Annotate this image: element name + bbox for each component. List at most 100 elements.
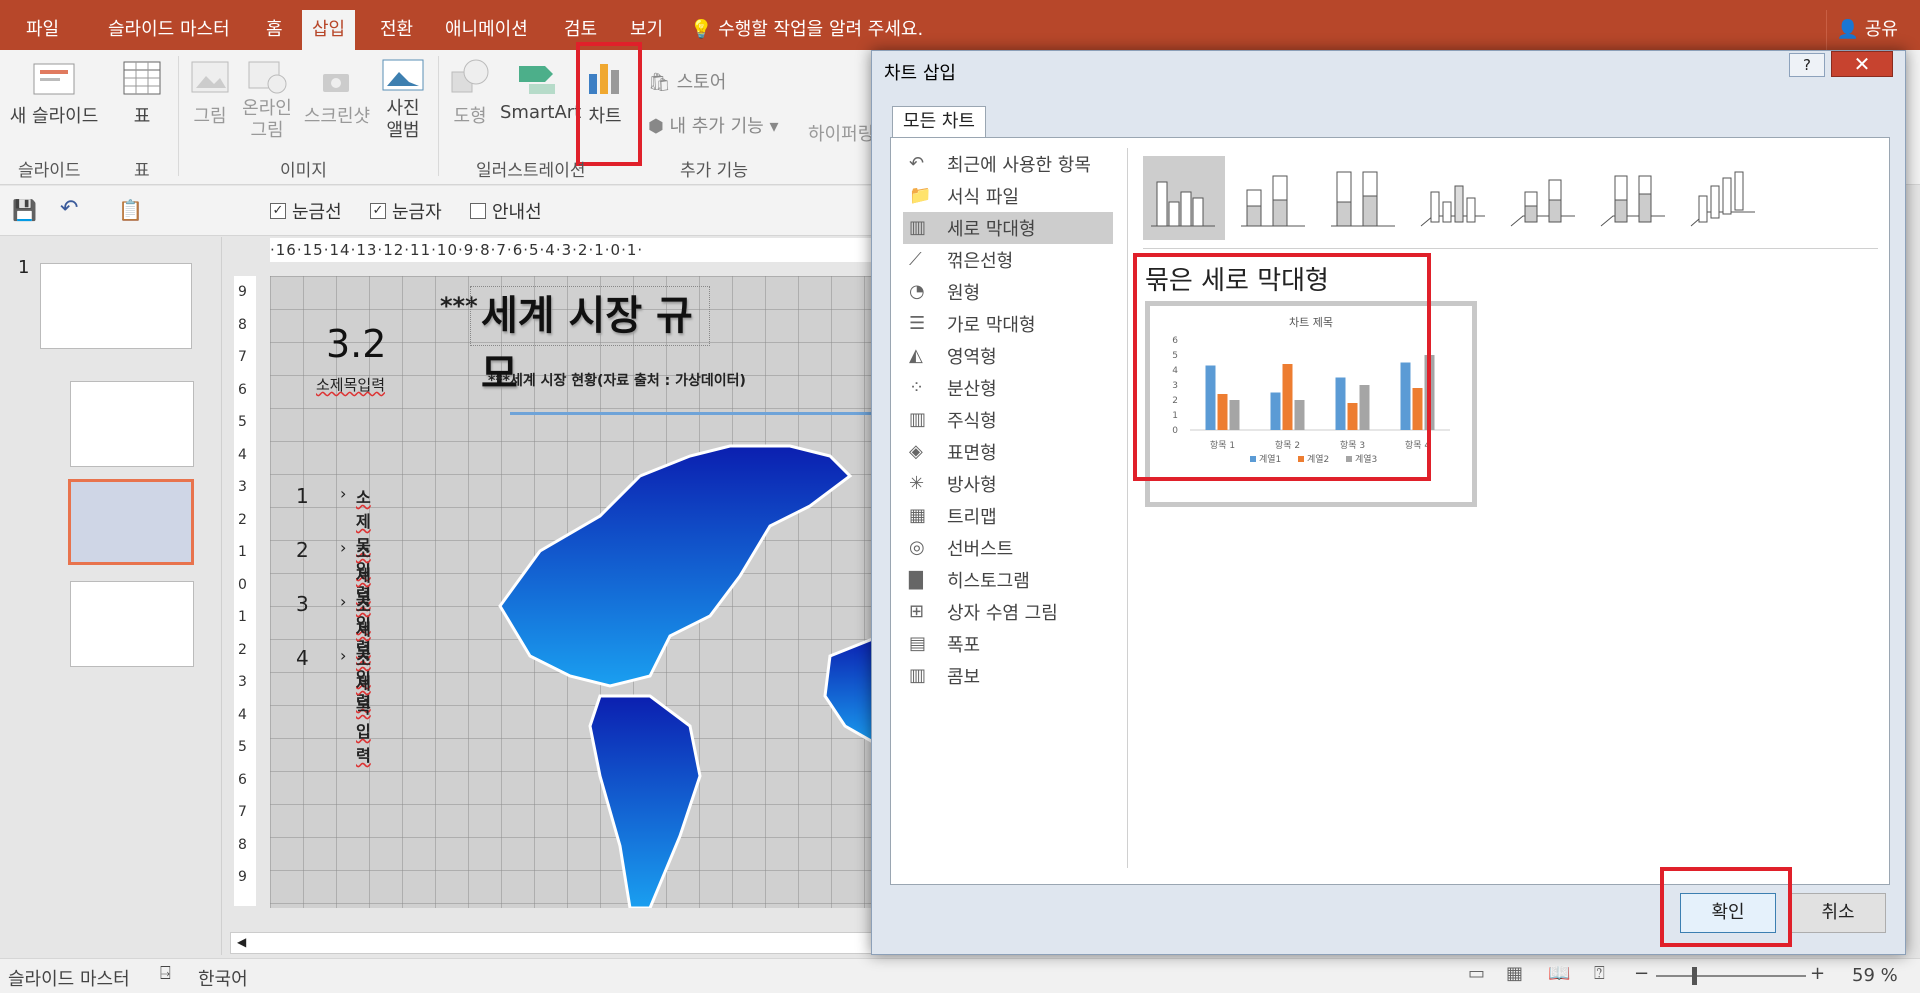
slide-canvas[interactable]: *** 세계 시장 규모 3.2 소제목입력 ***세계 시장 현황(자료 출처… bbox=[270, 276, 880, 908]
cancel-button[interactable]: 취소 bbox=[1790, 893, 1886, 933]
chart-category-label: 주식형 bbox=[947, 411, 997, 432]
chart-category-item[interactable]: ▦ 트리맵 bbox=[903, 500, 1113, 532]
reading-view-icon[interactable]: 📖 bbox=[1548, 963, 1570, 984]
close-button[interactable]: ✕ bbox=[1831, 51, 1893, 77]
chart-category-item[interactable]: ⊞ 상자 수염 그림 bbox=[903, 596, 1113, 628]
scroll-left-icon[interactable]: ◀ bbox=[237, 935, 246, 949]
shapes-icon bbox=[451, 59, 489, 93]
table-icon bbox=[123, 61, 161, 95]
thumbnail-layout-map[interactable] bbox=[68, 479, 194, 565]
table-button[interactable]: 표 bbox=[118, 58, 166, 128]
ruler-tick-label: 1 bbox=[238, 609, 247, 625]
my-addins-button[interactable]: ⬢ 내 추가 기능 ▾ bbox=[648, 112, 778, 138]
chevron-right-icon: › bbox=[340, 484, 347, 503]
chart-category-item[interactable]: ◭ 영역형 bbox=[903, 340, 1113, 372]
ruler-checkbox[interactable]: ✓ 눈금자 bbox=[370, 198, 442, 224]
hyperlink-label: 하이퍼링 bbox=[808, 124, 875, 145]
tab-transitions[interactable]: 전환 bbox=[370, 10, 423, 50]
screenshot-button[interactable]: 스크린샷 bbox=[302, 58, 372, 128]
smartart-button[interactable]: SmartArt bbox=[500, 58, 581, 123]
subtype-3d-stacked-column[interactable] bbox=[1503, 156, 1585, 240]
photo-album-button[interactable]: 사진 앨범 bbox=[376, 58, 430, 142]
hyperlink-button[interactable]: 하이퍼링 bbox=[808, 120, 874, 146]
group-separator bbox=[438, 56, 439, 176]
insert-chart-dialog: 차트 삽입 ? ✕ 모든 차트 ↶ 최근에 사용한 항목 📁 서식 파일 ▥ 세로 막대형… bbox=[871, 50, 1906, 955]
normal-view-icon[interactable]: ▭ bbox=[1468, 963, 1485, 984]
chart-category-item[interactable]: ☰ 가로 막대형 bbox=[903, 308, 1113, 340]
tab-animations[interactable]: 애니메이션 bbox=[435, 10, 538, 50]
chart-category-item[interactable]: ▇ 히스토그램 bbox=[903, 564, 1113, 596]
thumbnail-layout-blank[interactable] bbox=[70, 581, 194, 667]
online-picture-button[interactable]: 온라인 그림 bbox=[240, 58, 294, 142]
status-bar: 슬라이드 마스터 ⍈ 한국어 ▭ ▦ 📖 ⍰ − + 59 % bbox=[0, 958, 1920, 993]
zoom-slider[interactable] bbox=[1656, 967, 1806, 985]
group-separator bbox=[178, 56, 179, 176]
chevron-right-icon: › bbox=[340, 538, 347, 557]
slide-sorter-icon[interactable]: ▦ bbox=[1506, 963, 1523, 984]
picture-button[interactable]: 그림 bbox=[186, 58, 234, 128]
guides-checkbox[interactable]: 안내선 bbox=[470, 198, 542, 224]
chart-category-item[interactable]: ⁘ 분산형 bbox=[903, 372, 1113, 404]
smartart-icon bbox=[519, 66, 555, 94]
format-painter-icon[interactable]: 📋 bbox=[118, 198, 143, 222]
tell-me-box[interactable]: 💡 수행할 작업을 알려 주세요. bbox=[690, 10, 923, 50]
horizontal-scrollbar[interactable]: ◀ bbox=[230, 932, 880, 954]
chart-category-item[interactable]: ▥ 콤보 bbox=[903, 660, 1113, 692]
subtype-stacked-column[interactable] bbox=[1233, 156, 1315, 240]
ruler-tick-label: 4 bbox=[238, 706, 247, 723]
chart-category-icon: ✳ bbox=[909, 473, 925, 494]
chart-category-item[interactable]: ◈ 표면형 bbox=[903, 436, 1113, 468]
status-language[interactable]: 한국어 bbox=[198, 965, 248, 991]
chart-category-item[interactable]: ◔ 원형 bbox=[903, 276, 1113, 308]
slide-title[interactable]: 세계 시장 규모 bbox=[470, 286, 710, 397]
screenshot-label: 스크린샷 bbox=[303, 106, 371, 127]
checkbox-checked-icon: ✓ bbox=[270, 203, 286, 219]
chart-category-label: 최근에 사용한 항목 bbox=[947, 155, 1091, 176]
zoom-in-icon[interactable]: + bbox=[1810, 963, 1825, 984]
undo-icon[interactable]: ↶ bbox=[60, 196, 78, 221]
new-slide-button[interactable]: 새 슬라이드 bbox=[6, 58, 102, 128]
chart-category-item[interactable]: ▤ 폭포 bbox=[903, 628, 1113, 660]
thumbnail-layout-table[interactable] bbox=[70, 381, 194, 467]
chart-category-item[interactable]: ◎ 선버스트 bbox=[903, 532, 1113, 564]
save-icon[interactable]: 💾 bbox=[12, 198, 37, 222]
chart-category-icon: ⊞ bbox=[909, 601, 925, 622]
chart-category-item[interactable]: ⟋ 꺾은선형 bbox=[903, 244, 1113, 276]
exit-icon[interactable]: ⍈ bbox=[160, 963, 171, 984]
zoom-slider-thumb[interactable] bbox=[1692, 967, 1697, 985]
subtype-100-stacked-column[interactable] bbox=[1323, 156, 1405, 240]
ruler-tick-label: 5 bbox=[238, 739, 247, 755]
chart-category-item[interactable]: ✳ 방사형 bbox=[903, 468, 1113, 500]
tab-file[interactable]: 파일 bbox=[16, 10, 69, 50]
chevron-right-icon: › bbox=[340, 646, 347, 665]
ruler-tick-label: 2 bbox=[238, 641, 247, 658]
ruler-tick-label: 6 bbox=[238, 381, 247, 398]
zoom-level[interactable]: 59 % bbox=[1852, 965, 1898, 986]
slideshow-icon[interactable]: ⍰ bbox=[1594, 963, 1605, 984]
chart-category-label: 트리맵 bbox=[947, 507, 997, 528]
chart-category-item[interactable]: ▥ 세로 막대형 bbox=[903, 212, 1113, 244]
zoom-out-icon[interactable]: − bbox=[1634, 963, 1649, 984]
shapes-button[interactable]: 도형 bbox=[446, 58, 494, 128]
help-button[interactable]: ? bbox=[1789, 53, 1825, 77]
chart-category-icon: ☰ bbox=[909, 313, 926, 334]
store-button[interactable]: 🛍 스토어 bbox=[648, 68, 726, 94]
chart-category-item[interactable]: 📁 서식 파일 bbox=[903, 180, 1113, 212]
tab-insert[interactable]: 삽입 bbox=[302, 10, 356, 50]
gridlines-checkbox[interactable]: ✓ 눈금선 bbox=[270, 198, 342, 224]
thumbnail-master[interactable] bbox=[40, 263, 192, 349]
chart-category-item[interactable]: ↶ 최근에 사용한 항목 bbox=[903, 148, 1113, 180]
tab-slide-master[interactable]: 슬라이드 마스터 bbox=[98, 10, 240, 50]
subtype-clustered-column[interactable] bbox=[1143, 156, 1225, 240]
divider-line bbox=[510, 412, 880, 415]
ruler-tick-label: 2 bbox=[238, 511, 247, 528]
chart-category-item[interactable]: ▥ 주식형 bbox=[903, 404, 1113, 436]
subtype-3d-column[interactable] bbox=[1683, 156, 1765, 240]
3d-clustered-column-icon bbox=[1420, 185, 1485, 227]
subtype-3d-clustered-column[interactable] bbox=[1413, 156, 1495, 240]
group-label-table: 표 bbox=[134, 161, 150, 181]
tab-all-charts[interactable]: 모든 차트 bbox=[892, 106, 986, 138]
tab-home[interactable]: 홈 bbox=[256, 10, 293, 50]
share-button[interactable]: 👤 공유 bbox=[1825, 10, 1908, 50]
subtype-3d-100-stacked-column[interactable] bbox=[1593, 156, 1675, 240]
